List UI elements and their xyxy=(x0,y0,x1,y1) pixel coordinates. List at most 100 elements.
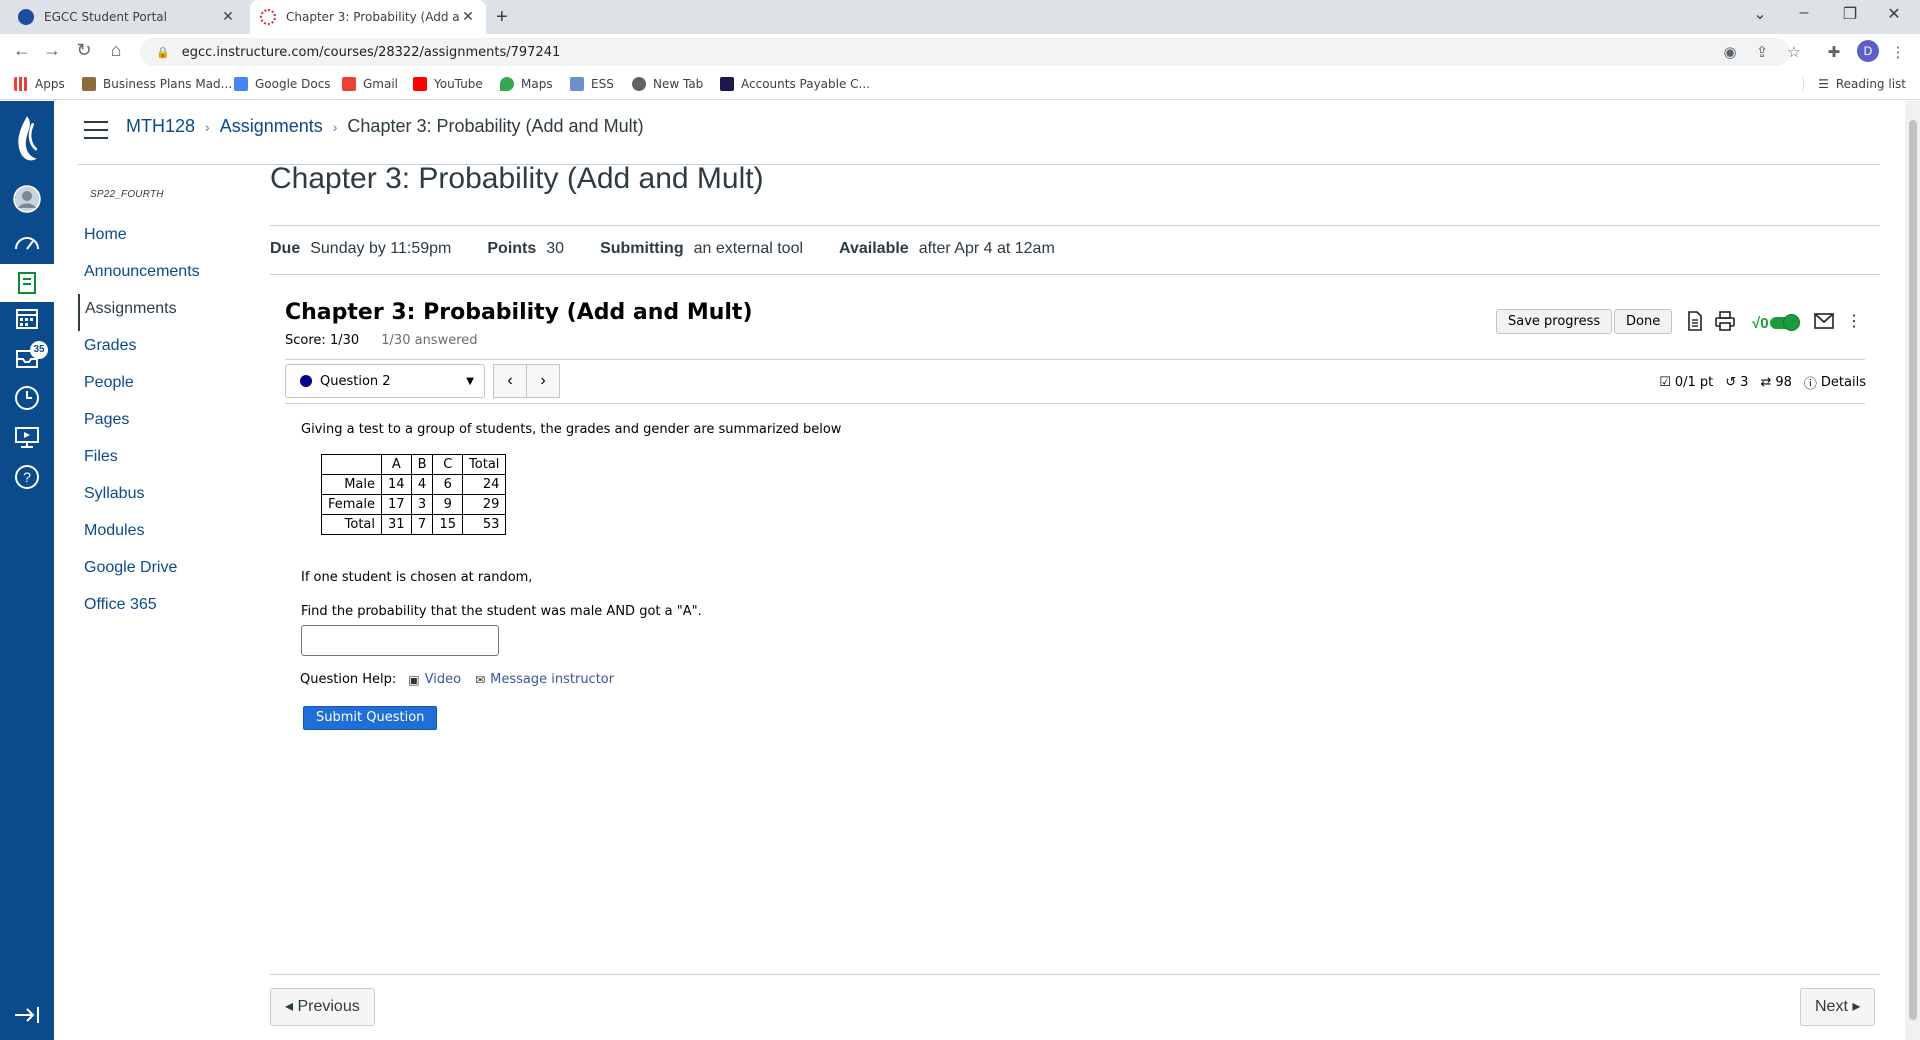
available-label: Available xyxy=(839,240,909,257)
forward-icon[interactable]: → xyxy=(40,40,64,61)
save-progress-button[interactable]: Save progress xyxy=(1496,309,1613,334)
table-cell: 53 xyxy=(462,514,507,535)
due-label: Due xyxy=(270,240,301,257)
done-button[interactable]: Done xyxy=(1614,309,1673,334)
retry-icon: ↺ xyxy=(1725,375,1737,390)
divider xyxy=(270,974,1880,975)
breadcrumb-assignments[interactable]: Assignments xyxy=(220,116,323,137)
bookmark-ess[interactable]: ESS xyxy=(570,77,614,91)
table-cell: 14 xyxy=(381,474,412,495)
menu-icon[interactable]: ⋮ xyxy=(1887,43,1909,61)
history-icon[interactable] xyxy=(12,383,42,413)
minimize-icon[interactable]: – xyxy=(1784,4,1824,22)
points-value: 30 xyxy=(546,240,565,257)
studio-icon[interactable] xyxy=(12,422,42,452)
bookmark-gmail[interactable]: Gmail xyxy=(342,77,398,91)
previous-button[interactable]: ◂ Previous xyxy=(270,988,375,1026)
bookmark-business-plans[interactable]: Business Plans Mad... xyxy=(82,77,232,91)
share-icon[interactable]: ⇪ xyxy=(1751,43,1773,61)
scrollbar-thumb[interactable] xyxy=(1909,120,1917,1020)
course-nav-office-365[interactable]: Office 365 xyxy=(78,590,258,627)
bookmark-google-docs[interactable]: Google Docs xyxy=(234,77,331,91)
bookmark-star-icon[interactable]: ☆ xyxy=(1783,43,1805,61)
tab-chapter-3[interactable]: Chapter 3: Probability (Add and M ✕ xyxy=(250,0,486,34)
answer-input[interactable] xyxy=(301,625,499,656)
course-nav-syllabus[interactable]: Syllabus xyxy=(78,479,258,516)
info-icon[interactable]: ⓘ xyxy=(1804,373,1817,392)
dashboard-icon[interactable] xyxy=(12,227,42,257)
video-link[interactable]: ▣ Video xyxy=(408,672,461,687)
course-nav-google-drive[interactable]: Google Drive xyxy=(78,553,258,590)
tab-close-icon[interactable]: ✕ xyxy=(220,9,236,25)
table-cell: 9 xyxy=(432,494,464,515)
details-link[interactable]: Details xyxy=(1821,375,1866,390)
course-nav-assignments[interactable]: Assignments xyxy=(78,294,258,331)
tab-title: EGCC Student Portal xyxy=(44,10,167,24)
bookmark-maps[interactable]: Maps xyxy=(500,77,553,91)
divider xyxy=(285,359,1865,360)
question-intro: Giving a test to a group of students, th… xyxy=(301,422,842,437)
lock-icon[interactable]: 🔒 xyxy=(156,46,170,59)
submit-question-button[interactable]: Submit Question xyxy=(303,706,438,730)
eye-icon[interactable]: ◉ xyxy=(1719,43,1741,61)
breadcrumb-course[interactable]: MTH128 xyxy=(126,116,195,137)
accounts-payable-icon xyxy=(720,77,734,91)
bookmark-apps[interactable]: Apps xyxy=(14,77,65,91)
video-icon: ▣ xyxy=(408,672,420,687)
canvas-favicon-icon xyxy=(260,9,276,25)
profile-avatar[interactable]: D xyxy=(1857,40,1879,62)
help-icon[interactable]: ? xyxy=(12,462,42,492)
course-nav-people[interactable]: People xyxy=(78,368,258,405)
bookmark-new-tab[interactable]: New Tab xyxy=(632,77,703,91)
new-tab-icon[interactable]: + xyxy=(496,6,508,29)
breadcrumb: MTH128 › Assignments › Chapter 3: Probab… xyxy=(126,116,644,137)
previous-question-button[interactable]: ‹ xyxy=(493,364,527,398)
course-nav-files[interactable]: Files xyxy=(78,442,258,479)
hamburger-menu-icon[interactable] xyxy=(84,121,108,145)
document-icon[interactable] xyxy=(1684,310,1706,332)
table-header: A xyxy=(381,454,412,475)
collapse-icon[interactable] xyxy=(12,1000,42,1030)
reload-icon[interactable]: ↻ xyxy=(72,40,96,61)
question-info: ☑ 0/1 pt ↺ 3 ⇄ 98 ⓘ Details xyxy=(1659,373,1866,392)
table-header-row: A B C Total xyxy=(320,454,507,475)
next-button[interactable]: Next ▸ xyxy=(1800,988,1876,1026)
restore-icon[interactable]: ❐ xyxy=(1830,4,1870,24)
tab-close-icon[interactable]: ✕ xyxy=(460,9,476,25)
print-icon[interactable] xyxy=(1714,310,1736,332)
close-window-icon[interactable]: ✕ xyxy=(1874,4,1914,24)
calendar-icon[interactable] xyxy=(12,303,42,333)
mail-icon[interactable] xyxy=(1813,310,1835,332)
tab-egcc-portal[interactable]: EGCC Student Portal ✕ xyxy=(8,0,246,34)
tab-title: Chapter 3: Probability (Add and M xyxy=(286,10,460,24)
gmail-icon xyxy=(342,77,356,91)
bookmark-accounts-payable[interactable]: Accounts Payable C... xyxy=(720,77,870,91)
extensions-icon[interactable]: ✚ xyxy=(1823,43,1845,61)
question-condition: If one student is chosen at random, xyxy=(301,570,533,585)
home-icon[interactable]: ⌂ xyxy=(104,40,128,61)
course-nav-home[interactable]: Home xyxy=(78,220,258,257)
tab-search-icon[interactable]: ⌄ xyxy=(1740,4,1780,24)
question-select-value: Question 2 xyxy=(320,373,391,389)
more-options-icon[interactable]: ⋮ xyxy=(1843,310,1865,332)
address-bar[interactable]: 🔒 egcc.instructure.com/courses/28322/ass… xyxy=(140,38,1790,66)
course-nav-modules[interactable]: Modules xyxy=(78,516,258,553)
course-nav-announcements[interactable]: Announcements xyxy=(78,257,258,294)
table-cell: 3 xyxy=(410,494,434,515)
message-instructor-link[interactable]: ✉ Message instructor xyxy=(475,672,614,687)
divider xyxy=(270,225,1880,226)
answered-count: 1/30 answered xyxy=(381,333,478,348)
math-entry-toggle[interactable]: √0 xyxy=(1752,312,1804,334)
bookmark-youtube[interactable]: YouTube xyxy=(413,77,483,91)
account-icon[interactable] xyxy=(12,184,42,214)
courses-icon[interactable] xyxy=(0,264,54,302)
course-nav-pages[interactable]: Pages xyxy=(78,405,258,442)
question-select[interactable]: Question 2 ▼ xyxy=(285,364,485,398)
page-title: Chapter 3: Probability (Add and Mult) xyxy=(270,162,764,195)
logo-icon[interactable] xyxy=(12,111,42,171)
course-nav-grades[interactable]: Grades xyxy=(78,331,258,368)
next-question-button[interactable]: › xyxy=(526,364,560,398)
table-header: C xyxy=(432,454,464,475)
back-icon[interactable]: ← xyxy=(10,40,34,61)
reading-list[interactable]: ☰ Reading list xyxy=(1803,77,1906,91)
